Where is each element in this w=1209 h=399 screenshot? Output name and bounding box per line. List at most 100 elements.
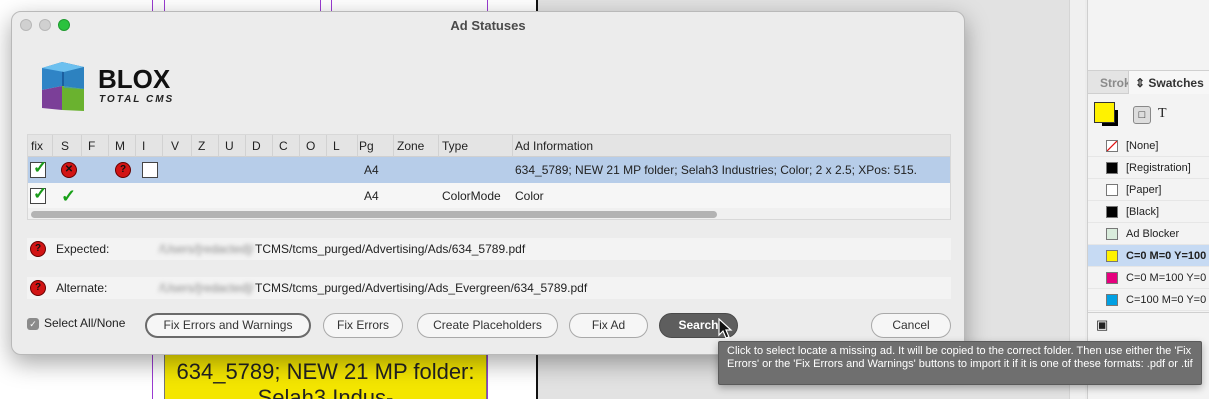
cell-zone (398, 157, 438, 183)
cell-type: ColorMode (442, 189, 501, 203)
new-swatch-icon[interactable]: ▣ (1096, 317, 1108, 332)
col-header-u[interactable]: U (222, 135, 246, 157)
none-swatch-icon (1106, 140, 1118, 152)
checkbox-checked-icon[interactable]: ✓ (27, 318, 39, 330)
error-icon: ? (115, 162, 131, 178)
table-row[interactable]: ✓ ✕ ? A4 634_5789; NEW 21 MP folder; Sel… (28, 157, 950, 183)
col-header-s[interactable]: S (58, 135, 82, 157)
alternate-path: TCMS/tcms_purged/Advertising/Ads_Evergre… (255, 281, 588, 295)
swatch-cyan[interactable]: C=100 M=0 Y=0 (1088, 289, 1209, 311)
pasteboard-edge (1069, 0, 1085, 399)
panel-footer: ▣ (1088, 312, 1209, 338)
swatch-name: [Registration] (1126, 162, 1191, 174)
fix-checkbox[interactable]: ✓ (30, 184, 47, 204)
ad-statuses-dialog: Ad Statuses BLOX TOTAL CMS fix S F M I V… (11, 11, 965, 355)
fix-checkbox[interactable]: ✓ (30, 158, 47, 178)
col-header-d[interactable]: D (249, 135, 273, 157)
horizontal-scrollbar[interactable] (28, 208, 950, 219)
swatch-ad-blocker[interactable]: Ad Blocker (1088, 223, 1209, 245)
swatch-magenta[interactable]: C=0 M=100 Y=0 (1088, 267, 1209, 289)
checkbox[interactable] (142, 162, 158, 178)
ad-frame-text: 634_5789; NEW 21 MP folder: Selah3 Indus… (176, 359, 475, 399)
cell-zone (398, 183, 438, 209)
error-icon: ? (30, 241, 46, 257)
swatch-chip (1106, 184, 1118, 196)
col-header-o[interactable]: O (303, 135, 327, 157)
checkmark-icon: ✓ (61, 186, 77, 206)
swatch-name: C=0 M=100 Y=0 (1126, 272, 1207, 284)
fix-errors-and-warnings-button[interactable]: Fix Errors and Warnings (145, 313, 311, 338)
fill-stroke-proxy[interactable] (1094, 102, 1124, 130)
logo-brand: BLOX (98, 64, 171, 94)
col-header-pg[interactable]: Pg (356, 135, 394, 157)
window-title: Ad Statuses (450, 18, 526, 33)
logo-subtitle: TOTAL CMS (99, 94, 175, 105)
create-placeholders-button[interactable]: Create Placeholders (417, 313, 558, 338)
panel-tabs: Strok ⇕ Swatches (1088, 70, 1209, 94)
ad-placeholder-frame[interactable]: 634_5789; NEW 21 MP folder: Selah3 Indus… (164, 352, 487, 399)
fill-swatch[interactable] (1094, 102, 1115, 123)
error-icon: ? (30, 280, 46, 296)
swatch-chip (1106, 228, 1118, 240)
fix-errors-button[interactable]: Fix Errors (323, 313, 403, 338)
swatch-name: [Paper] (1126, 184, 1162, 196)
swatch-paper[interactable]: [Paper] (1088, 179, 1209, 201)
alternate-label: Alternate: (56, 281, 108, 295)
col-header-type[interactable]: Type (439, 135, 513, 157)
expected-path: TCMS/tcms_purged/Advertising/Ads/634_578… (255, 242, 526, 256)
cancel-button[interactable]: Cancel (871, 313, 951, 338)
swatch-chip (1106, 250, 1118, 262)
redacted-path: /Users/[redacted]/ (159, 281, 254, 295)
tab-stroke[interactable]: Strok (1100, 76, 1131, 90)
swatches-panel: Strok ⇕ Swatches □ T [None] [Registratio… (1087, 0, 1209, 399)
col-header-m[interactable]: M (112, 135, 136, 157)
updown-chevron-icon: ⇕ (1135, 76, 1146, 90)
select-all-label: Select All/None (44, 316, 126, 330)
swatch-name: C=100 M=0 Y=0 (1126, 294, 1207, 306)
blox-cube-icon (42, 62, 84, 111)
error-icon: ✕ (61, 162, 77, 178)
table-header: fix S F M I V Z U D C O L Pg Zone Type A… (28, 135, 950, 157)
swatch-registration[interactable]: [Registration] (1088, 157, 1209, 179)
swatch-chip (1106, 206, 1118, 218)
tab-swatches[interactable]: ⇕ Swatches (1128, 71, 1209, 94)
text-formatting-icon[interactable]: T (1158, 106, 1167, 122)
col-header-l[interactable]: L (330, 135, 358, 157)
redacted-path: /Users/[redacted]/ (159, 242, 254, 256)
col-header-z[interactable]: Z (195, 135, 219, 157)
title-bar: Ad Statuses (12, 12, 964, 38)
col-header-fix[interactable]: fix (28, 135, 53, 157)
col-header-c[interactable]: C (276, 135, 300, 157)
tab-swatches-label: Swatches (1148, 76, 1204, 90)
frame-formatting-icon[interactable]: □ (1133, 106, 1151, 124)
cell-ad-info: 634_5789; NEW 21 MP folder; Selah3 Indus… (515, 163, 918, 177)
fix-ad-button[interactable]: Fix Ad (569, 313, 648, 338)
table-row[interactable]: ✓ ✓ A4 ColorMode Color (28, 183, 950, 209)
col-header-zone[interactable]: Zone (394, 135, 439, 157)
swatch-name: Ad Blocker (1126, 228, 1180, 240)
swatch-chip (1106, 272, 1118, 284)
swatch-yellow[interactable]: C=0 M=0 Y=100 (1088, 245, 1209, 267)
swatch-black[interactable]: [Black] (1088, 201, 1209, 223)
swatch-none[interactable]: [None] (1088, 135, 1209, 157)
checkmark-icon: ✓ (33, 184, 48, 203)
swatch-name: [Black] (1126, 206, 1160, 218)
checkmark-icon: ✓ (33, 158, 48, 177)
cell-pg: A4 (364, 163, 379, 177)
ad-status-table[interactable]: fix S F M I V Z U D C O L Pg Zone Type A… (27, 134, 951, 220)
swatch-chip (1106, 294, 1118, 306)
scrollbar-thumb[interactable] (31, 211, 717, 218)
search-tooltip: Click to select locate a missing ad. It … (718, 341, 1202, 385)
swatch-name: C=0 M=0 Y=100 (1126, 250, 1207, 262)
col-header-f[interactable]: F (85, 135, 109, 157)
cell-type (442, 157, 510, 183)
col-header-v[interactable]: V (168, 135, 192, 157)
expected-path-row: ? Expected: /Users/[redacted]/ TCMS/tcms… (27, 238, 951, 260)
swatch-chip (1106, 162, 1118, 174)
col-header-i[interactable]: I (139, 135, 163, 157)
cell-ad-info: Color (515, 189, 544, 203)
alternate-path-row: ? Alternate: /Users/[redacted]/ TCMS/tcm… (27, 277, 951, 299)
blox-logo: BLOX TOTAL CMS (38, 58, 188, 118)
mouse-pointer-icon (718, 318, 733, 339)
col-header-ad-information[interactable]: Ad Information (512, 135, 812, 157)
